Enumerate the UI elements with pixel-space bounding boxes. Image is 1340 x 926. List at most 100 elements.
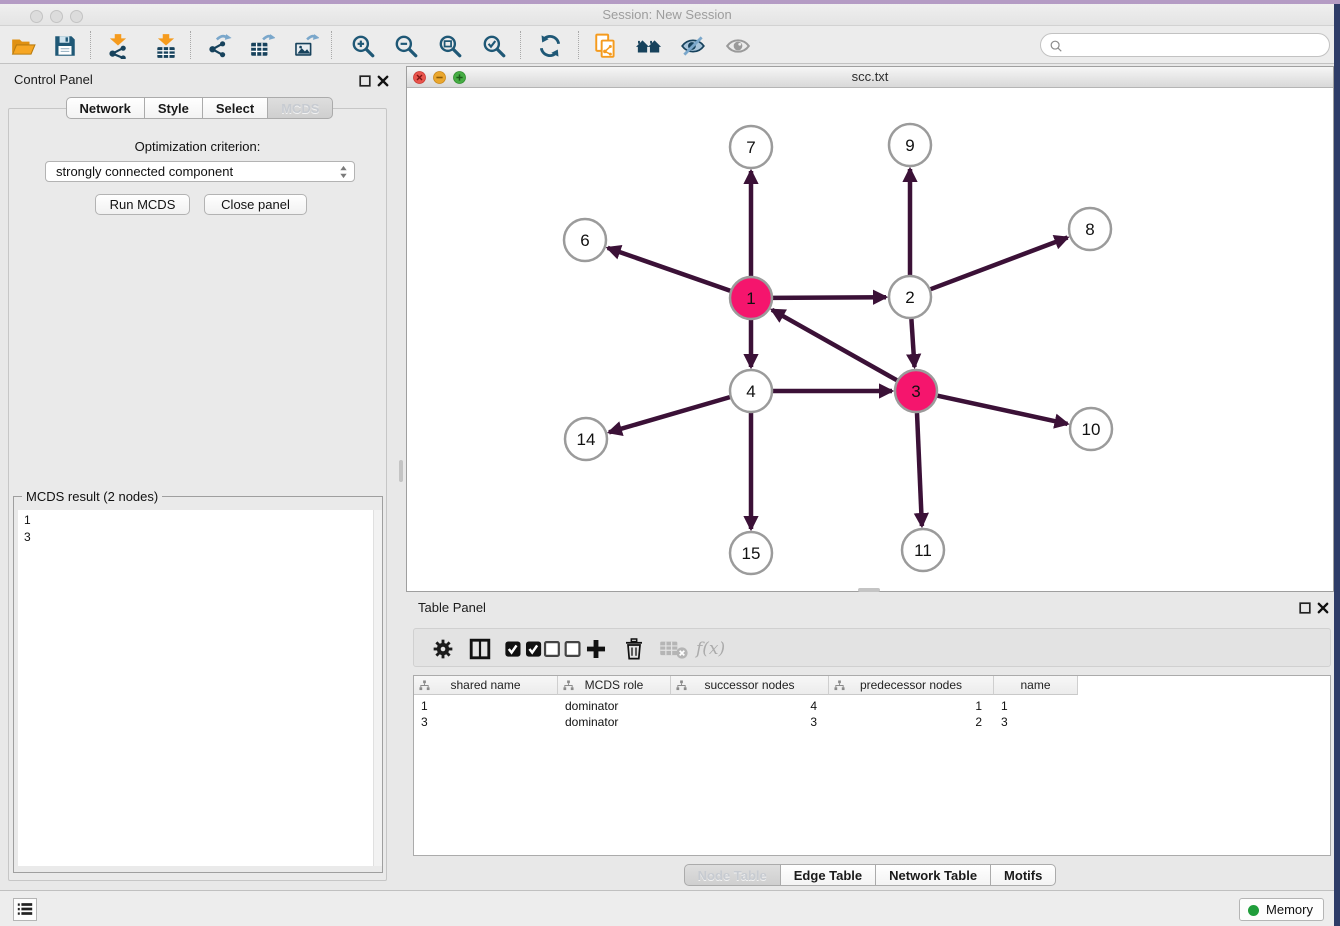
table-tab-node-table[interactable]: Node Table	[684, 864, 781, 886]
desktop-background-right	[1334, 4, 1340, 926]
graph-node-14[interactable]: 14	[565, 418, 607, 460]
home-view-icon[interactable]	[636, 33, 662, 59]
graph-edge-3-10[interactable]	[938, 396, 1068, 424]
tab-network[interactable]: Network	[66, 97, 145, 119]
tab-select[interactable]: Select	[203, 97, 268, 119]
add-column-icon[interactable]	[585, 638, 607, 660]
mcds-result-text[interactable]: 1 3	[18, 510, 382, 866]
splitter-handle[interactable]	[399, 460, 403, 482]
float-panel-icon[interactable]	[359, 74, 371, 86]
import-network-icon[interactable]	[105, 33, 131, 59]
search-icon	[1049, 39, 1063, 53]
table-row[interactable]: 1dominator411	[414, 698, 1330, 714]
control-panel-title: Control Panel	[14, 72, 93, 87]
graph-node-8[interactable]: 8	[1069, 208, 1111, 250]
zoom-window-button[interactable]	[70, 10, 83, 23]
network-close-button[interactable]	[413, 71, 426, 84]
graph-node-15[interactable]: 15	[730, 532, 772, 574]
network-minimize-button[interactable]	[433, 71, 446, 84]
mcds-result-box: MCDS result (2 nodes) 1 3	[13, 496, 383, 873]
table-tab-network-table[interactable]: Network Table	[876, 864, 991, 886]
zoom-out-icon[interactable]	[393, 33, 419, 59]
list-icon	[16, 900, 34, 918]
search-input[interactable]	[1040, 33, 1330, 57]
refresh-layout-icon[interactable]	[537, 33, 563, 59]
network-canvas[interactable]: 7 9 6 8 1 2 4 3 14 10 15 11	[407, 88, 1333, 591]
hide-graphics-details-icon[interactable]	[680, 33, 706, 59]
table-toolbar: f(x)	[413, 628, 1331, 667]
zoom-in-icon[interactable]	[350, 33, 376, 59]
svg-text:3: 3	[911, 382, 920, 401]
tab-mcds[interactable]: MCDS	[268, 97, 333, 119]
graph-edge-3-11[interactable]	[917, 413, 922, 526]
show-columns-icon[interactable]	[469, 638, 491, 660]
column-header-predecessor-nodes[interactable]: predecessor nodes	[829, 676, 994, 695]
main-toolbar	[0, 26, 1334, 64]
table-settings-gear-icon[interactable]	[432, 638, 454, 660]
horizontal-splitter-handle[interactable]	[858, 588, 880, 592]
import-table-icon[interactable]	[153, 33, 179, 59]
graph-node-10[interactable]: 10	[1070, 408, 1112, 450]
tab-style[interactable]: Style	[145, 97, 203, 119]
optimization-criterion-select[interactable]: strongly connected component	[45, 161, 355, 182]
copy-network-icon[interactable]	[593, 33, 619, 59]
float-table-panel-icon[interactable]	[1299, 601, 1311, 613]
mcds-result-scrollbar[interactable]	[373, 510, 382, 866]
close-panel-icon[interactable]	[377, 74, 389, 86]
memory-button[interactable]: Memory	[1239, 898, 1324, 921]
graph-node-3[interactable]: 3	[895, 370, 937, 412]
graph-edge-4-14[interactable]	[609, 397, 730, 432]
graph-edge-2-3[interactable]	[911, 319, 914, 367]
graph-node-2[interactable]: 2	[889, 276, 931, 318]
open-session-icon[interactable]	[10, 33, 36, 59]
column-header-successor-nodes[interactable]: successor nodes	[671, 676, 829, 695]
delete-table-icon-disabled	[659, 638, 688, 660]
export-table-icon[interactable]	[249, 33, 275, 59]
table-cell: dominator	[558, 714, 671, 730]
zoom-selected-icon[interactable]	[481, 33, 507, 59]
graph-edge-1-6[interactable]	[608, 248, 731, 291]
column-header-MCDS-role[interactable]: MCDS role	[558, 676, 671, 695]
mcds-panel: Optimization criterion: strongly connect…	[8, 108, 387, 881]
task-history-button[interactable]	[13, 898, 37, 921]
run-mcds-button[interactable]: Run MCDS	[95, 194, 190, 215]
optimization-criterion-value: strongly connected component	[56, 164, 233, 179]
close-table-panel-icon[interactable]	[1317, 601, 1329, 613]
deselect-all-icon[interactable]	[543, 638, 584, 660]
table-cell: 1	[994, 698, 1078, 714]
graph-node-7[interactable]: 7	[730, 126, 772, 168]
control-panel-tabs: NetworkStyleSelectMCDS	[0, 97, 399, 119]
column-header-name[interactable]: name	[994, 676, 1078, 695]
table-cell: 1	[829, 698, 994, 714]
table-tab-motifs[interactable]: Motifs	[991, 864, 1056, 886]
minimize-window-button[interactable]	[50, 10, 63, 23]
graph-node-9[interactable]: 9	[889, 124, 931, 166]
close-panel-button[interactable]: Close panel	[204, 194, 307, 215]
graph-node-6[interactable]: 6	[564, 219, 606, 261]
table-tab-edge-table[interactable]: Edge Table	[781, 864, 876, 886]
app-titlebar: Session: New Session	[0, 4, 1334, 26]
svg-text:8: 8	[1085, 220, 1094, 239]
close-window-button[interactable]	[30, 10, 43, 23]
network-maximize-button[interactable]	[453, 71, 466, 84]
save-session-icon[interactable]	[52, 33, 78, 59]
graph-edge-1-2[interactable]	[773, 297, 886, 298]
graph-edge-3-1[interactable]	[772, 310, 897, 380]
select-all-icon[interactable]	[504, 638, 545, 660]
column-header-shared-name[interactable]: shared name	[414, 676, 558, 695]
show-graphics-details-icon[interactable]	[725, 33, 751, 59]
zoom-fit-icon[interactable]	[437, 33, 463, 59]
graph-node-1[interactable]: 1	[730, 277, 772, 319]
window-title: Session: New Session	[0, 4, 1334, 25]
svg-text:7: 7	[746, 138, 755, 157]
export-network-icon[interactable]	[206, 33, 232, 59]
network-window-title: scc.txt	[407, 67, 1333, 87]
node-table: shared nameMCDS rolesuccessor nodesprede…	[413, 675, 1331, 856]
graph-node-11[interactable]: 11	[902, 529, 944, 571]
delete-column-icon[interactable]	[624, 638, 644, 660]
table-row[interactable]: 3dominator323	[414, 714, 1330, 730]
graph-edge-2-8[interactable]	[931, 238, 1068, 290]
graph-node-4[interactable]: 4	[730, 370, 772, 412]
export-image-icon[interactable]	[293, 33, 319, 59]
network-window-titlebar[interactable]: scc.txt	[407, 67, 1333, 88]
